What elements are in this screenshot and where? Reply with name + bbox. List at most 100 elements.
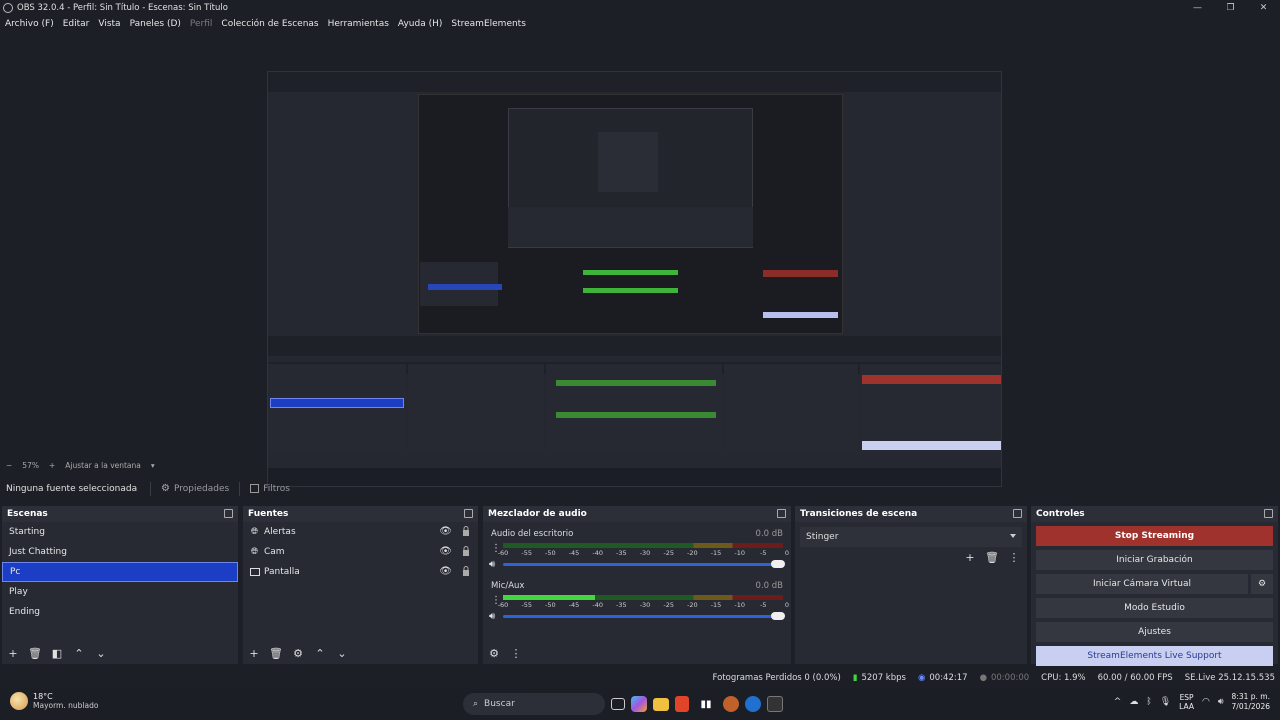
- minimize-button[interactable]: —: [1181, 0, 1214, 15]
- cloud-icon[interactable]: ☁: [1129, 697, 1138, 707]
- move-down-icon[interactable]: ⌄: [94, 647, 108, 660]
- meter-tick-label: -10: [734, 549, 745, 557]
- controls-dock: Controles Stop Streaming Iniciar Grabaci…: [1031, 506, 1278, 666]
- remove-transition-icon[interactable]: 🗑: [985, 551, 999, 564]
- app-dark-icon[interactable]: [767, 696, 783, 712]
- language-indicator[interactable]: ESP LAA: [1179, 693, 1194, 711]
- meter-tick-label: -30: [639, 601, 651, 609]
- bluetooth-icon[interactable]: ᛒ: [1146, 697, 1151, 707]
- scenes-dock-header: Escenas: [2, 506, 238, 522]
- task-view-icon[interactable]: [611, 698, 625, 710]
- menu-ayuda[interactable]: Ayuda (H): [398, 19, 442, 29]
- close-button[interactable]: ✕: [1247, 0, 1280, 15]
- undock-icon[interactable]: [464, 509, 473, 518]
- globe-icon: 🌐︎: [250, 547, 259, 557]
- app-blue-icon[interactable]: [745, 696, 761, 712]
- obs-taskbar-icon[interactable]: [723, 696, 739, 712]
- taskbar-search[interactable]: ⌕ Buscar: [463, 693, 605, 715]
- maximize-button[interactable]: ❐: [1214, 0, 1247, 15]
- copilot-icon[interactable]: [631, 696, 647, 712]
- zoom-fit-button[interactable]: Ajustar a la ventana: [65, 461, 141, 470]
- no-source-selected-label: Ninguna fuente seleccionada: [6, 483, 138, 494]
- scene-item-selected[interactable]: Pc: [2, 562, 238, 582]
- live-support-button[interactable]: StreamElements Live Support: [1036, 646, 1273, 666]
- volume-slider[interactable]: [503, 612, 785, 620]
- fps-value: 60.00 / 60.00 FPS: [1097, 673, 1173, 683]
- visibility-eye-icon[interactable]: 👁︎: [439, 566, 452, 577]
- undock-icon[interactable]: [224, 509, 233, 518]
- start-recording-button[interactable]: Iniciar Grabación: [1036, 550, 1273, 570]
- windows-start-icon[interactable]: [440, 696, 457, 713]
- move-up-icon[interactable]: ⌃: [313, 647, 327, 660]
- source-item[interactable]: 🌐︎ Alertas 👁︎: [243, 522, 478, 542]
- volume-knob[interactable]: [771, 612, 785, 620]
- transition-menu-icon[interactable]: ⋮: [1007, 551, 1021, 564]
- undock-icon[interactable]: [777, 509, 786, 518]
- menu-herramientas[interactable]: Herramientas: [328, 19, 389, 29]
- undock-icon[interactable]: [1264, 509, 1273, 518]
- filters-button[interactable]: Filtros: [244, 481, 296, 497]
- virtual-cam-settings-button[interactable]: ⚙: [1251, 574, 1273, 594]
- advanced-audio-icon[interactable]: ⚙: [487, 647, 501, 660]
- brave-icon[interactable]: [675, 696, 689, 712]
- mixer-menu-icon[interactable]: ⋮: [509, 647, 523, 660]
- menu-streamelements[interactable]: StreamElements: [451, 19, 526, 29]
- visibility-eye-icon[interactable]: 👁︎: [439, 546, 452, 557]
- source-settings-icon[interactable]: ⚙: [291, 647, 305, 660]
- lock-icon[interactable]: [462, 566, 470, 576]
- scene-item[interactable]: Ending: [2, 602, 238, 622]
- remove-source-icon[interactable]: 🗑: [269, 647, 283, 660]
- add-scene-icon[interactable]: +: [6, 647, 20, 660]
- transition-select[interactable]: Stinger: [800, 527, 1022, 547]
- menu-vista[interactable]: Vista: [98, 19, 120, 29]
- meter-tick-label: 0: [784, 601, 790, 609]
- zoom-in-button[interactable]: +: [49, 461, 55, 470]
- source-item[interactable]: Pantalla 👁︎: [243, 562, 478, 582]
- lock-icon[interactable]: [462, 546, 470, 556]
- add-transition-icon[interactable]: +: [963, 551, 977, 564]
- scene-filters-icon[interactable]: ◧: [50, 647, 64, 660]
- weather-widget[interactable]: 18°C Mayorm. nublado: [10, 692, 98, 710]
- menu-paneles[interactable]: Paneles (D): [130, 19, 181, 29]
- add-source-icon[interactable]: +: [247, 647, 261, 660]
- properties-button[interactable]: ⚙ Propiedades: [155, 480, 235, 497]
- clock[interactable]: 8:31 p. m. 7/01/2026: [1232, 692, 1270, 712]
- studio-mode-button[interactable]: Modo Estudio: [1036, 598, 1273, 618]
- window-title: OBS 32.0.4 - Perfil: Sin Título - Escena…: [17, 2, 228, 13]
- activity-monitor-icon[interactable]: ▮▮: [695, 693, 717, 715]
- microphone-icon[interactable]: 🎙︎: [1160, 697, 1171, 707]
- speaker-icon[interactable]: 🔊︎: [489, 611, 495, 622]
- file-explorer-icon[interactable]: [653, 697, 669, 711]
- wifi-icon[interactable]: ◠: [1202, 697, 1210, 707]
- speaker-icon[interactable]: 🔊︎: [489, 559, 495, 570]
- scene-item[interactable]: Starting: [2, 522, 238, 542]
- scene-item[interactable]: Just Chatting: [2, 542, 238, 562]
- volume-icon[interactable]: 🔊︎: [1218, 697, 1224, 707]
- zoom-dropdown-icon[interactable]: ▾: [151, 461, 155, 470]
- volume-slider[interactable]: [503, 560, 785, 568]
- lock-icon[interactable]: [462, 526, 470, 536]
- menu-coleccion-escenas[interactable]: Colección de Escenas: [221, 19, 318, 29]
- menu-archivo[interactable]: Archivo (F): [5, 19, 54, 29]
- weather-icon: [10, 692, 28, 710]
- scenes-title: Escenas: [7, 509, 48, 519]
- preview-area[interactable]: [0, 33, 1280, 487]
- zoom-out-button[interactable]: −: [6, 461, 12, 470]
- source-item[interactable]: 🌐︎ Cam 👁︎: [243, 542, 478, 562]
- settings-button[interactable]: Ajustes: [1036, 622, 1273, 642]
- undock-icon[interactable]: [1013, 509, 1022, 518]
- version-label: SE.Live 25.12.15.535: [1184, 673, 1275, 683]
- channel-name: Mic/Aux: [491, 581, 525, 591]
- volume-knob[interactable]: [771, 560, 785, 568]
- remove-scene-icon[interactable]: 🗑: [28, 647, 42, 660]
- move-up-icon[interactable]: ⌃: [72, 647, 86, 660]
- menu-editar[interactable]: Editar: [63, 19, 90, 29]
- scene-item[interactable]: Play: [2, 582, 238, 602]
- move-down-icon[interactable]: ⌄: [335, 647, 349, 660]
- taskbar-center: ⌕ Buscar ▮▮: [440, 693, 783, 715]
- visibility-eye-icon[interactable]: 👁︎: [439, 526, 452, 537]
- virtual-cam-button[interactable]: Iniciar Cámara Virtual: [1036, 574, 1248, 594]
- menu-perfil[interactable]: Perfil: [190, 19, 213, 29]
- chevron-up-icon[interactable]: ^: [1114, 697, 1122, 707]
- stop-streaming-button[interactable]: Stop Streaming: [1036, 526, 1273, 546]
